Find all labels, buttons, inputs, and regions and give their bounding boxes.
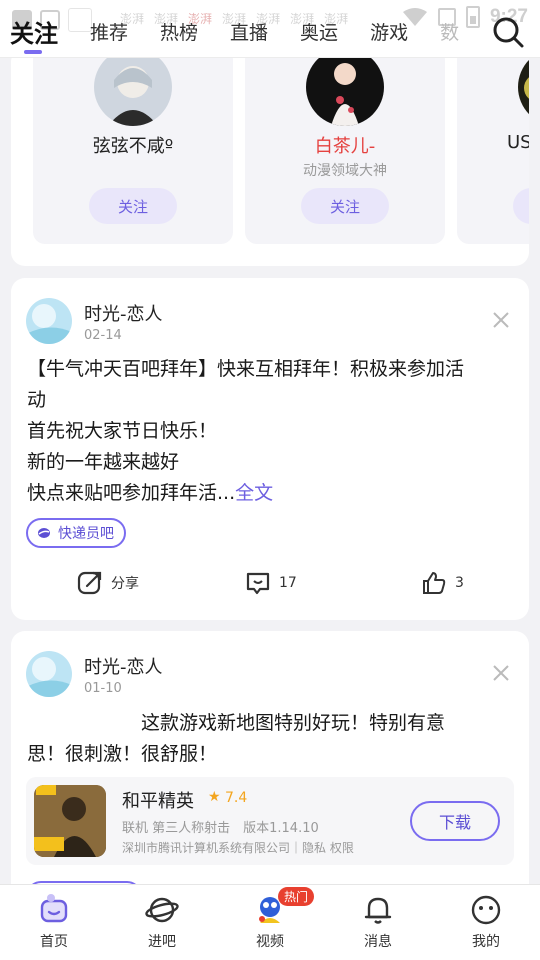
tab-olympics[interactable]: 奥运 xyxy=(300,18,338,45)
nav-home[interactable]: 首页 xyxy=(0,893,108,951)
bottom-nav: 首页 进吧 热门 视频 消息 我的 xyxy=(0,884,540,960)
post-body[interactable]: 这款游戏新地图特别好玩！特别有意 思！很刺激！很舒服！ xyxy=(27,708,517,770)
tab-follow[interactable]: 关注 xyxy=(10,14,58,54)
tab-digital[interactable]: 数 xyxy=(440,18,459,45)
nav-messages[interactable]: 消息 xyxy=(324,893,432,951)
tab-games[interactable]: 游戏 xyxy=(370,18,408,45)
like-button[interactable]: 3 xyxy=(421,570,464,596)
recommended-user[interactable]: 白茶儿- 动漫领域大神 关注 xyxy=(245,58,445,244)
comment-button[interactable]: 17 xyxy=(245,570,297,596)
post-line: 【牛气冲天百吧拜年】快来互相拜年！积极来参加活 xyxy=(27,358,465,380)
share-label: 分享 xyxy=(111,576,139,592)
avatar[interactable] xyxy=(26,651,72,697)
share-icon xyxy=(77,571,102,595)
game-name: 和平精英 xyxy=(122,791,194,812)
nav-label: 视频 xyxy=(256,934,284,950)
nav-video[interactable]: 热门 视频 xyxy=(216,887,324,951)
user-title: 动漫领域大神 xyxy=(303,163,387,179)
star-icon: ★ xyxy=(208,789,221,805)
follow-button[interactable]: 关注 xyxy=(301,188,389,224)
tab-live[interactable]: 直播 xyxy=(230,18,268,45)
comment-icon xyxy=(246,572,270,595)
avatar[interactable] xyxy=(26,298,72,344)
nav-forums[interactable]: 进吧 xyxy=(108,893,216,951)
post-date: 01-10 xyxy=(84,681,122,696)
post-card[interactable]: 时光-恋人 01-10 这款游戏新地图特别好玩！特别有意 思！很刺激！很舒服！ … xyxy=(11,631,529,884)
tab-recommend[interactable]: 推荐 xyxy=(90,18,128,45)
home-icon xyxy=(40,894,68,923)
bell-icon xyxy=(364,897,392,924)
nav-label: 我的 xyxy=(472,934,500,950)
feed[interactable]: 弦弦不咸º 关注 白茶儿- 动漫领域大神 关注 US 时光-恋人 02-14 【… xyxy=(0,58,540,884)
author-name[interactable]: 时光-恋人 xyxy=(84,300,163,326)
post-line: 这款游戏新地图特别好玩！特别有意 xyxy=(27,712,446,734)
follow-button[interactable] xyxy=(513,188,529,224)
full-text-link[interactable]: 全文 xyxy=(235,482,273,504)
game-rating: 7.4 xyxy=(225,790,248,806)
recommended-user[interactable]: US xyxy=(457,58,529,244)
avatar xyxy=(518,58,529,126)
nav-profile[interactable]: 我的 xyxy=(432,893,540,951)
user-name: 白茶儿- xyxy=(314,136,376,157)
close-icon[interactable] xyxy=(493,665,509,681)
post-card[interactable]: 时光-恋人 02-14 【牛气冲天百吧拜年】快来互相拜年！积极来参加活 动 首先… xyxy=(11,278,529,620)
topic-tag[interactable]: 快递员吧 xyxy=(26,518,126,548)
post-line: 动 xyxy=(27,389,47,411)
recommended-user[interactable]: 弦弦不咸º 关注 xyxy=(33,58,233,244)
planet-icon xyxy=(145,897,179,923)
thumbs-up-icon xyxy=(423,572,446,594)
post-body[interactable]: 【牛气冲天百吧拜年】快来互相拜年！积极来参加活 动 首先祝大家节日快乐！ 新的一… xyxy=(27,354,517,509)
game-icon xyxy=(34,785,106,857)
game-meta: 联机 第三人称射击 版本1.14.10 xyxy=(122,821,319,836)
tag-label: 快递员吧 xyxy=(58,526,114,542)
tab-hot[interactable]: 热榜 xyxy=(160,18,198,45)
hot-badge: 热门 xyxy=(278,887,315,906)
share-button[interactable]: 分享 xyxy=(77,570,139,596)
game-company: 深圳市腾讯计算机系统有限公司｜隐私 权限 xyxy=(122,841,354,855)
post-line: 思！很刺激！很舒服！ xyxy=(27,743,218,765)
top-bar: 澎湃 澎湃 澎湃 澎湃 澎湃 澎湃 澎湃 9:27 关注 推荐 热榜 直播 奥运… xyxy=(0,0,540,58)
avatar xyxy=(94,58,172,126)
post-line-text: 快点来贴吧参加拜年活... xyxy=(27,482,236,504)
game-card[interactable]: 和平精英 ★ 7.4 联机 第三人称射击 版本1.14.10 深圳市腾讯计算机系… xyxy=(26,777,514,865)
smiley-icon xyxy=(471,895,501,925)
search-icon[interactable] xyxy=(490,14,526,50)
comment-count: 17 xyxy=(279,575,297,591)
post-line: 快点来贴吧参加拜年活...全文 xyxy=(27,478,517,509)
avatar xyxy=(306,58,384,126)
post-date: 02-14 xyxy=(84,328,122,343)
user-name: US xyxy=(507,132,529,153)
nav-label: 进吧 xyxy=(148,934,176,950)
author-name[interactable]: 时光-恋人 xyxy=(84,653,163,679)
nav-label: 消息 xyxy=(364,934,392,950)
close-icon[interactable] xyxy=(493,312,509,328)
download-button[interactable]: 下载 xyxy=(410,801,500,841)
forum-icon xyxy=(38,528,50,538)
follow-button[interactable]: 关注 xyxy=(89,188,177,224)
post-line: 新的一年越来越好 xyxy=(27,451,180,473)
user-name: 弦弦不咸º xyxy=(92,136,174,157)
post-line: 首先祝大家节日快乐！ xyxy=(27,420,218,442)
recommended-users-card: 弦弦不咸º 关注 白茶儿- 动漫领域大神 关注 US xyxy=(11,58,529,266)
like-count: 3 xyxy=(455,575,464,591)
nav-label: 首页 xyxy=(40,934,68,950)
category-tabs: 关注 推荐 热榜 直播 奥运 游戏 数 xyxy=(10,14,491,54)
